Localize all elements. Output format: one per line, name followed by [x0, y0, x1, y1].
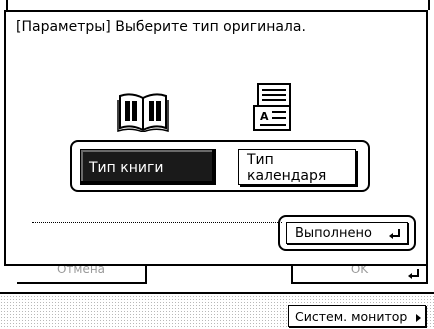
- calendar-document-icon: A: [253, 83, 291, 131]
- background-title-strip: [6, 0, 430, 10]
- enter-icon: [389, 229, 400, 239]
- done-label: Выполнено: [295, 225, 372, 241]
- calendar-type-button[interactable]: Тип календаря: [238, 149, 356, 185]
- enter-icon: [408, 269, 419, 279]
- original-type-dialog: [Параметры] Выберите тип оригинала. A Ти…: [4, 10, 428, 266]
- status-area-divider: [0, 292, 434, 294]
- book-type-button[interactable]: Тип книги: [80, 149, 216, 185]
- dotted-divider: [32, 222, 282, 223]
- system-monitor-button[interactable]: Систем. монитор: [288, 305, 426, 327]
- done-button[interactable]: Выполнено: [286, 222, 408, 244]
- dialog-title: [Параметры] Выберите тип оригинала.: [16, 19, 306, 35]
- arrow-right-icon: [416, 314, 421, 322]
- calendar-type-label: Тип календаря: [247, 152, 327, 184]
- done-button-frame: Выполнено: [278, 215, 416, 251]
- system-monitor-label: Систем. монитор: [295, 308, 408, 324]
- calendar-icon-text: A: [260, 110, 269, 123]
- book-type-label: Тип книги: [89, 160, 164, 176]
- original-type-group: Тип книги Тип календаря: [70, 140, 370, 192]
- open-book-icon: [117, 93, 169, 132]
